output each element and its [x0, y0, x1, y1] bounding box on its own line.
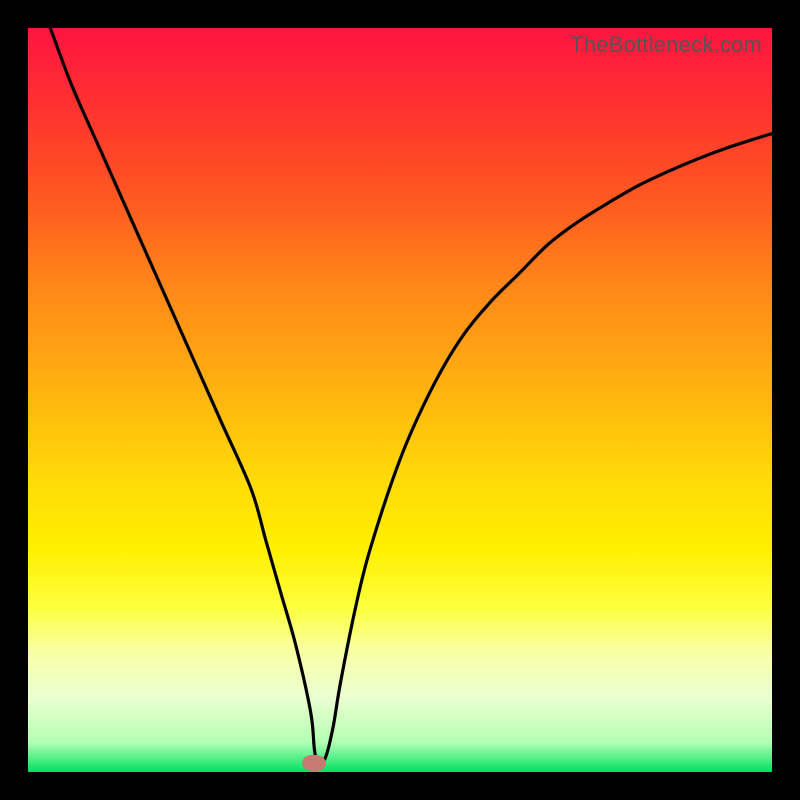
watermark-text: TheBottleneck.com [570, 32, 762, 58]
plot-area: TheBottleneck.com [28, 28, 772, 772]
optimum-marker [302, 755, 326, 771]
bottleneck-curve [28, 28, 772, 772]
chart-frame: TheBottleneck.com [0, 0, 800, 800]
